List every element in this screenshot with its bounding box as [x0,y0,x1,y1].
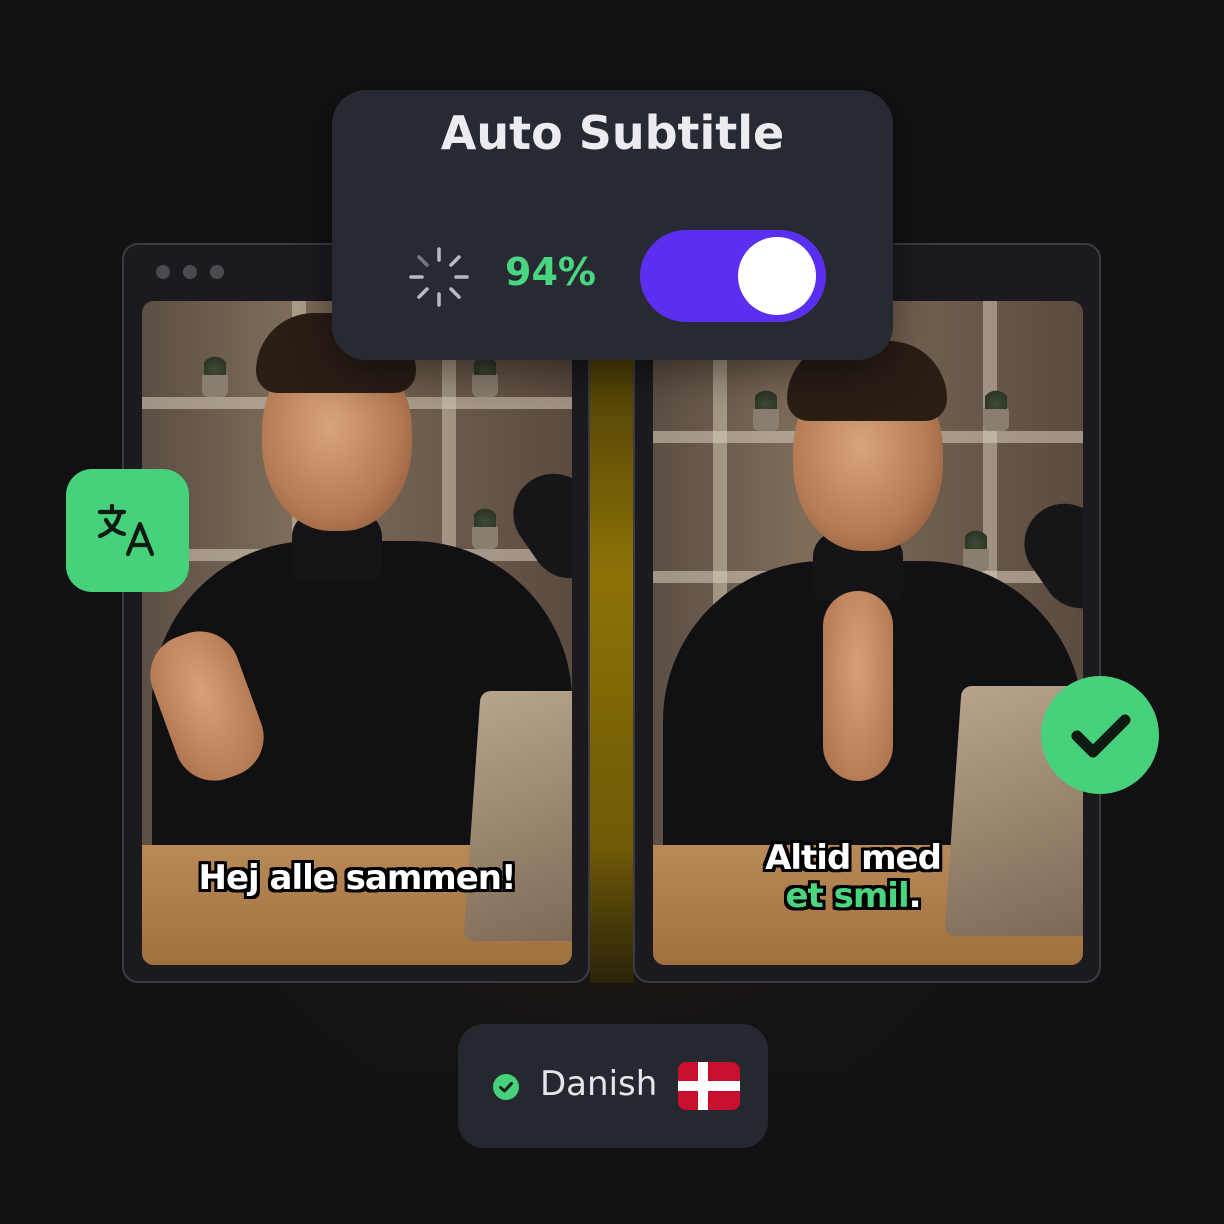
denmark-flag-icon [678,1062,740,1110]
video-frame-right[interactable]: Altid med et smil. [653,301,1083,965]
plant-decoration [472,351,498,397]
plant-decoration [753,385,779,431]
translate-button[interactable] [66,469,189,592]
auto-subtitle-toggle[interactable] [640,230,826,322]
check-icon [1071,714,1131,758]
subtitle-line-2: et smil. [785,876,921,916]
window-controls [156,265,224,279]
subtitle-caption-right: Altid med et smil. [653,839,1083,915]
person-hands-pressed [823,591,893,781]
subtitle-caption-left: Hej alle sammen! [198,858,517,898]
window-dot [183,265,197,279]
subtitle-line-1: Altid med [765,838,942,878]
card-title: Auto Subtitle [440,106,785,160]
success-check-badge [1041,676,1159,794]
translate-icon [97,503,154,556]
auto-subtitle-card: Auto Subtitle 94% [332,90,893,360]
plant-decoration [202,351,228,397]
subtitle-highlight: et smil [785,876,909,916]
plant-decoration [472,503,498,549]
language-selector[interactable]: Danish [458,1024,768,1148]
progress-percent: 94% [505,250,596,294]
check-circle-icon [493,1074,519,1100]
laptop [463,691,572,941]
window-dot [156,265,170,279]
toggle-knob [738,237,816,315]
video-frame-left[interactable]: Hej alle sammen! [142,301,572,965]
language-label: Danish [540,1064,658,1104]
window-dot [210,265,224,279]
plant-decoration [983,385,1009,431]
loading-spinner-icon [409,247,469,307]
split-divider [590,300,634,983]
